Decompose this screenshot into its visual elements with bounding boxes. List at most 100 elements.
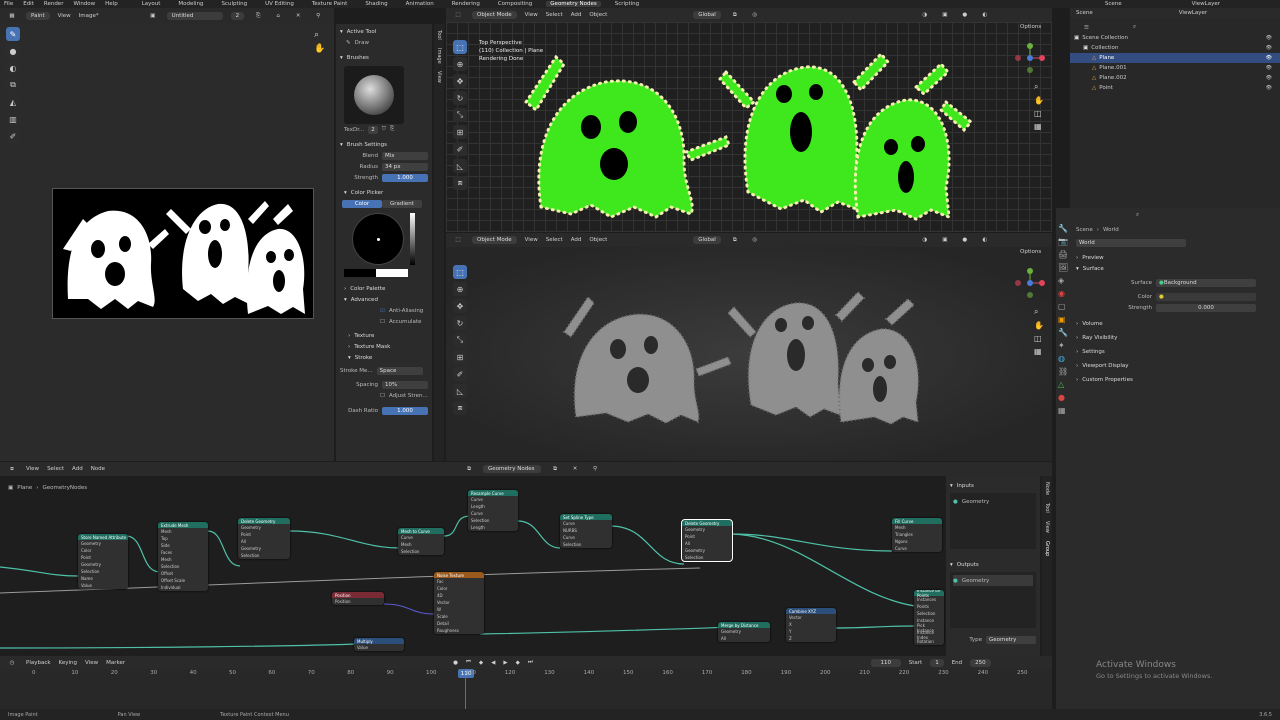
vp-top-menu-add[interactable]: Add [571,12,582,18]
workspace-tab-scripting[interactable]: Scripting [611,1,643,7]
properties-section[interactable]: › Viewport Display [1076,359,1276,373]
properties-section[interactable]: › Ray Visibility [1076,331,1276,345]
view-layer-name[interactable]: ViewLayer [1192,1,1220,7]
zoom-icon[interactable]: ⌕ [314,30,319,40]
node-fill-curve[interactable]: Fill Curve Mesh Triangles Ngons Curve [892,518,942,552]
input-geometry-socket[interactable]: ● Geometry [953,496,1033,507]
spacing-field[interactable]: 10% [382,380,428,389]
pan-icon-bottom[interactable]: ✋ [1034,321,1044,330]
surface-section[interactable]: ▾ Surface [1076,263,1276,274]
outputs-section[interactable]: ▾ Outputs [950,559,1036,570]
current-frame-field[interactable]: 110 [870,658,901,667]
transform-icon-bottom[interactable]: ⊞ [453,350,467,364]
node-menu-node[interactable]: Node [91,466,105,472]
node-noise-texture[interactable]: Noise Texture Fac Color 4D Vector W Scale Detai… [434,572,484,634]
color-picker-section[interactable]: ▾ Color Picker [340,187,428,198]
node-tree-name[interactable]: Geometry Nodes [483,465,542,473]
dash-ratio-field[interactable]: 1.000 [382,406,428,415]
timeline-menu-marker[interactable]: Marker [106,660,125,666]
clone-tool-icon[interactable]: ⧉ [6,78,20,92]
overlays-icon-top[interactable]: ◑ [919,9,931,21]
surface-shader-field[interactable]: ● Background [1156,278,1256,287]
zoom-icon-bottom[interactable]: ⌕ [1034,307,1044,317]
rotate-icon[interactable]: ↻ [453,91,467,105]
output-geometry-socket[interactable]: ● Geometry [953,575,1033,586]
tab-node[interactable]: Node [1042,482,1052,495]
tab-node-view[interactable]: View [1042,521,1052,533]
tab-node-tool[interactable]: Tool [1042,503,1052,513]
record-icon[interactable]: ● [453,660,458,666]
snap-icon-bottom[interactable]: ⧉ [729,234,741,246]
visibility-eye-icon[interactable]: 👁 [1266,85,1272,91]
properties-search-icon[interactable]: ⌕ [1136,212,1139,219]
view-layer-tab-icon[interactable]: 🖼 [1058,263,1070,272]
add-cube-icon-bottom[interactable]: ⧈ [453,401,467,415]
unlink-image-icon[interactable]: ✕ [292,10,304,22]
options-button-bottom[interactable]: Options [1020,249,1041,255]
overlays-icon-bottom[interactable]: ◑ [919,234,931,246]
node-tree-close-icon[interactable]: ✕ [569,463,581,475]
timeline-menu-playback[interactable]: Playback [26,660,51,666]
draw-tool-icon[interactable]: ✎ [6,27,20,41]
brush-preview[interactable] [344,66,404,124]
scene-selector[interactable]: Scene [1076,10,1093,16]
rotate-icon-bottom[interactable]: ↻ [453,316,467,330]
prev-key-icon[interactable]: ◆ [479,660,483,666]
proportional-icon-bottom[interactable]: ◎ [749,234,761,246]
properties-section[interactable]: › Settings [1076,345,1276,359]
menu-window[interactable]: Window [73,1,95,7]
adjust-strength-checkbox[interactable]: ☐ Adjust Stren... [340,390,428,401]
workspace-tab-modeling[interactable]: Modeling [174,1,207,7]
node-menu-select[interactable]: Select [47,466,64,472]
workspace-tab-texture-paint[interactable]: Texture Paint [308,1,352,7]
inputs-section[interactable]: ▾ Inputs [950,480,1036,491]
node-set-spline-type[interactable]: Set Spline Type Curve NURBS Curve Selection [560,514,612,548]
xray-icon-top[interactable]: ▣ [939,9,951,21]
texture-tab-icon[interactable]: ▦ [1058,406,1070,415]
constraints-tab-icon[interactable]: ⛓ [1058,367,1070,376]
color-palette-section[interactable]: › Color Palette [340,283,428,294]
brush-name[interactable]: TexDr... [344,127,364,133]
new-image-icon[interactable]: ⎘ [252,10,264,22]
stroke-section[interactable]: ▾ Stroke [340,352,428,363]
workspace-tab-shading[interactable]: Shading [361,1,391,7]
jump-start-icon[interactable]: ⏮ [466,659,471,666]
image-editor-canvas-area[interactable]: ✎ ● ◐ ⧉ ◭ ▥ ✐ ⌕ ✋ [0,24,334,461]
move-icon[interactable]: ✥ [453,74,467,88]
workspace-tab-geometry-nodes[interactable]: Geometry Nodes [546,1,601,7]
next-key-icon[interactable]: ◆ [516,660,520,666]
grid-icon-bottom[interactable]: ▦ [1034,347,1044,356]
world-strength-field[interactable]: 0.000 [1156,303,1256,312]
visibility-eye-icon[interactable]: 👁 [1266,45,1272,51]
smear-tool-icon[interactable]: ◐ [6,61,20,75]
world-datablock-field[interactable]: World [1076,238,1186,247]
camera-icon-top[interactable]: ◫ [1034,109,1044,118]
image-name-field[interactable]: Untitled [166,12,223,20]
outliner-search-icon[interactable]: ⌕ [1133,24,1136,31]
node-menu-view[interactable]: View [26,466,39,472]
mask-tool-icon[interactable]: ▥ [6,112,20,126]
vp-bottom-menu-select[interactable]: Select [546,237,563,243]
snap-icon-top[interactable]: ⧉ [729,9,741,21]
measure-icon-bottom[interactable]: ◺ [453,384,467,398]
node-editor-type-icon[interactable]: ⧈ [6,463,18,475]
vp-top-menu-select[interactable]: Select [546,12,563,18]
radius-field[interactable]: 34 px [382,162,428,171]
visibility-eye-icon[interactable]: 👁 [1266,35,1272,41]
output-tab-icon[interactable]: 🖨 [1058,250,1070,259]
node-store-named-attribute[interactable]: Store Named Attribute Geometry Color Point G… [78,534,128,589]
menu-edit[interactable]: Edit [23,1,34,7]
node-combine-xyz[interactable]: Combine XYZ Vector X Y Z [786,608,836,642]
pan-hand-icon[interactable]: ✋ [314,44,325,54]
play-icon[interactable]: ▶ [503,660,507,666]
shading-solid-icon-bottom[interactable]: ● [959,234,971,246]
world-tab-icon[interactable]: ◉ [1058,289,1070,298]
color-wheel[interactable] [352,213,404,265]
viewport-top-canvas[interactable]: Top Perspective (110) Collection | Plane… [446,22,1052,232]
brush-settings-section[interactable]: ▾ Brush Settings [340,139,428,150]
transform-orientation-bottom[interactable]: Global [693,236,721,244]
vp-top-menu-view[interactable]: View [525,12,538,18]
annotate-tool-icon[interactable]: ✐ [6,129,20,143]
pin-icon[interactable]: ⚲ [312,10,324,22]
duplicate-brush-icon[interactable]: ⎘ [390,126,394,133]
